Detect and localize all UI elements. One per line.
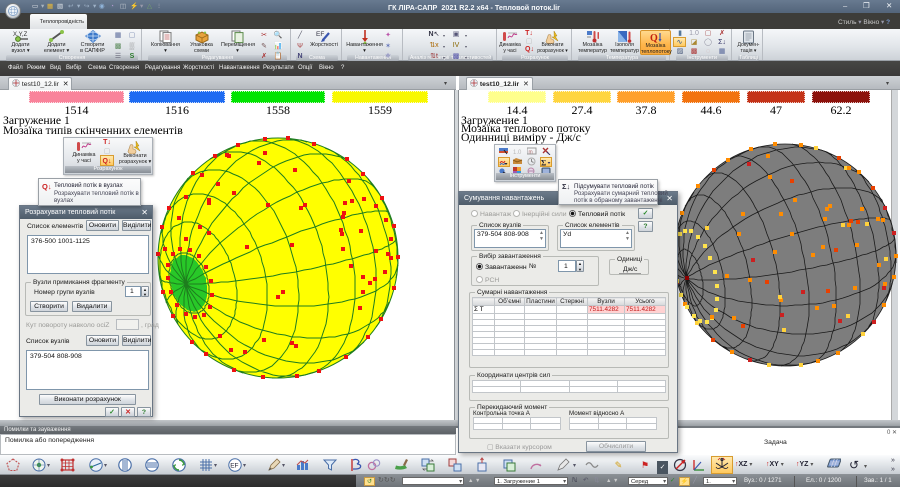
svg-text:1.0: 1.0 [513,150,522,155]
svg-text:m: m [529,150,533,156]
svg-text:Σ: Σ [541,159,546,168]
